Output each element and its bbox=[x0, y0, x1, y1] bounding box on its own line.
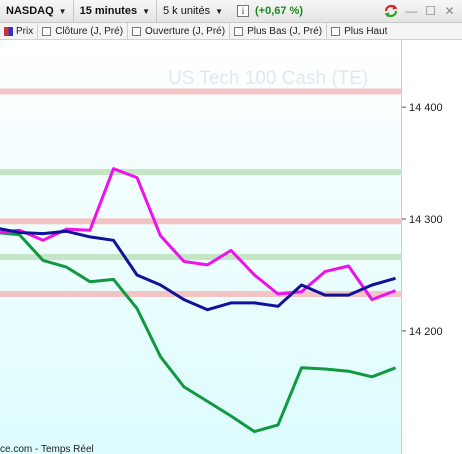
chevron-down-icon: ▼ bbox=[215, 6, 223, 16]
source-label: ce.com - Temps Réel bbox=[0, 444, 94, 454]
reference-band-green bbox=[0, 169, 402, 176]
y-tick-label: 14 200 bbox=[409, 326, 443, 338]
close-icon[interactable]: ✕ bbox=[443, 4, 456, 19]
legend-item-plus-haut[interactable]: Plus Haut bbox=[327, 23, 391, 39]
window-controls: — ☐ ✕ bbox=[383, 3, 456, 19]
legend-label: Clôture (J, Pré) bbox=[55, 25, 124, 37]
plot-background bbox=[0, 40, 402, 454]
units-select[interactable]: 5 k unités ▼ bbox=[157, 0, 229, 23]
refresh-icon[interactable] bbox=[383, 3, 399, 19]
legend-item-prix[interactable]: Prix bbox=[0, 23, 39, 39]
units-label: 5 k unités bbox=[162, 5, 211, 17]
reference-band-red bbox=[0, 218, 402, 225]
legend-label: Prix bbox=[16, 25, 34, 37]
reference-band-red bbox=[0, 88, 402, 95]
maximize-icon[interactable]: ☐ bbox=[424, 4, 437, 19]
instrument-label: NASDAQ bbox=[6, 5, 54, 17]
reference-band-green bbox=[0, 254, 402, 261]
info-icon[interactable]: i bbox=[237, 5, 249, 17]
change-percent: (+0,67 %) bbox=[255, 5, 303, 17]
legend-item-plus-bas[interactable]: Plus Bas (J, Pré) bbox=[230, 23, 328, 39]
interval-label: 15 minutes bbox=[79, 5, 138, 17]
checkbox-icon bbox=[132, 26, 142, 36]
chart-canvas: 14 400 14 300 14 200 bbox=[0, 40, 462, 454]
toolbar: NASDAQ ▼ 15 minutes ▼ 5 k unités ▼ i (+0… bbox=[0, 0, 462, 23]
legend-label: Ouverture (J, Pré) bbox=[145, 25, 226, 37]
legend-label: Plus Haut bbox=[344, 25, 388, 37]
checkbox-icon bbox=[42, 26, 52, 36]
legend-bar: Prix Clôture (J, Pré) Ouverture (J, Pré)… bbox=[0, 23, 462, 40]
y-tick-label: 14 400 bbox=[409, 102, 443, 114]
instrument-select[interactable]: NASDAQ ▼ bbox=[0, 0, 74, 23]
checkbox-icon bbox=[234, 26, 244, 36]
legend-label: Plus Bas (J, Pré) bbox=[247, 25, 323, 37]
chevron-down-icon: ▼ bbox=[142, 6, 150, 16]
checkbox-icon bbox=[331, 26, 341, 36]
legend-item-ouverture[interactable]: Ouverture (J, Pré) bbox=[128, 23, 231, 39]
price-chart[interactable]: 14 400 14 300 14 200 US Tech 100 Cash (TE) bbox=[0, 40, 462, 454]
chevron-down-icon: ▼ bbox=[58, 6, 67, 16]
y-tick-label: 14 300 bbox=[409, 214, 443, 226]
price-color-icon bbox=[4, 26, 13, 36]
minimize-icon[interactable]: — bbox=[405, 4, 418, 19]
interval-select[interactable]: 15 minutes ▼ bbox=[74, 0, 157, 23]
legend-item-cloture[interactable]: Clôture (J, Pré) bbox=[38, 23, 129, 39]
